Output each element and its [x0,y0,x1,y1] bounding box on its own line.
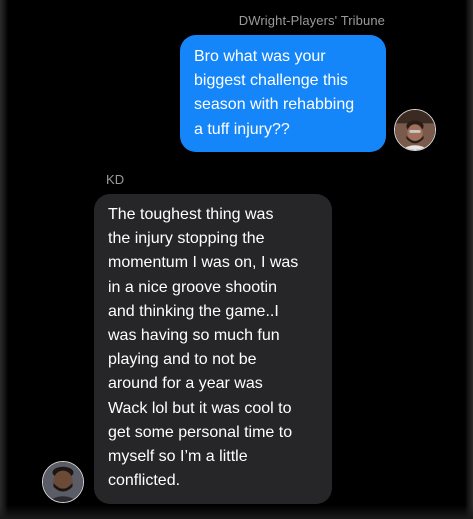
avatar-outgoing-image [395,110,435,150]
screen-bottom-edge [0,505,473,519]
message-bubble-outgoing[interactable]: Bro what was your biggest challenge this… [180,35,386,152]
sender-name-incoming: KD [106,172,125,187]
message-bubble-incoming[interactable]: The toughest thing was the injury stoppi… [94,194,332,504]
phone-frame: DWright-Players' Tribune Bro what was yo… [0,0,473,519]
user-avatar-icon[interactable] [394,109,436,151]
device-bezel-left [0,0,8,519]
user-avatar-icon[interactable] [42,461,84,503]
avatar-incoming-image [43,462,83,502]
device-bezel-right [465,0,473,519]
sender-name-outgoing: DWright-Players' Tribune [238,13,385,28]
